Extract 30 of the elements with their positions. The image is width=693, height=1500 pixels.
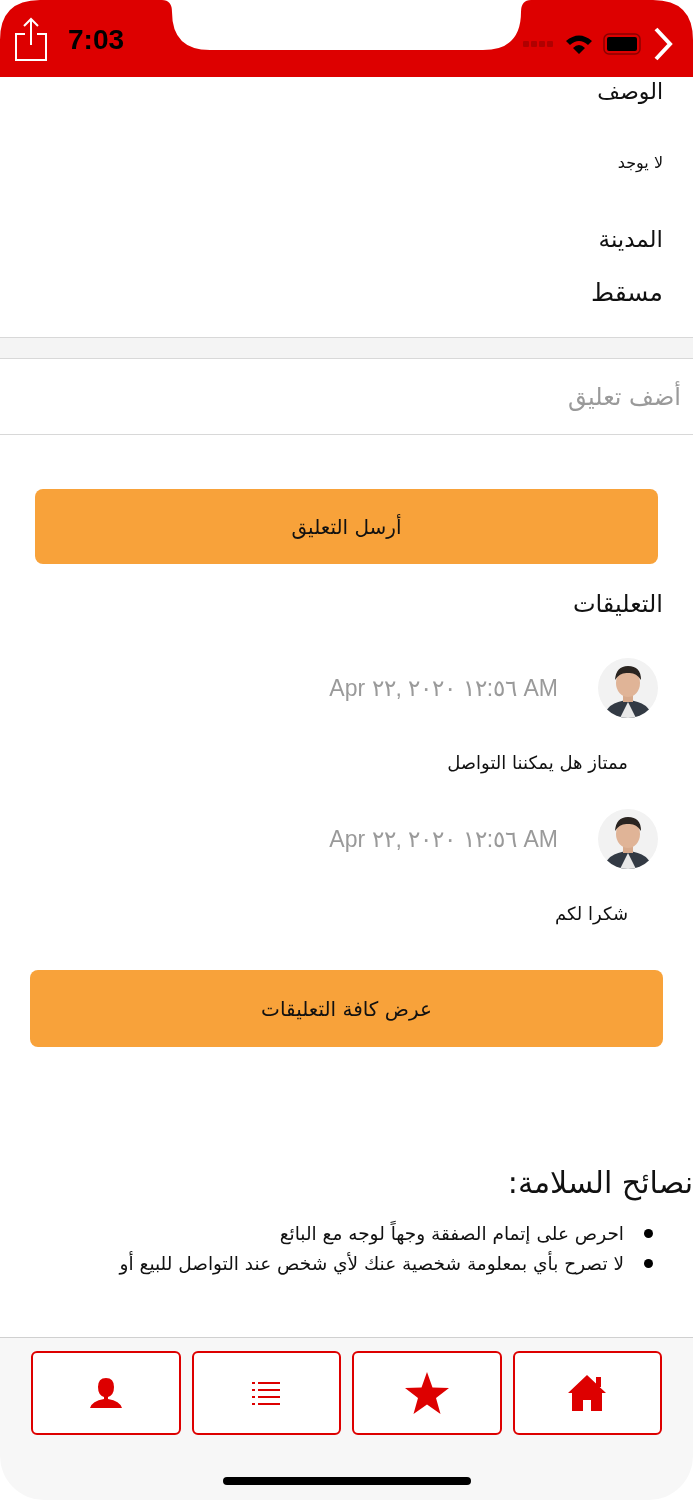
share-icon[interactable] [14, 16, 48, 61]
list-icon [252, 1381, 281, 1405]
star-tab[interactable] [352, 1351, 502, 1435]
safety-heading: نصائح السلامة: [506, 1165, 693, 1200]
person-icon [88, 1376, 123, 1410]
comment-date: Apr ٢٢, ٢٠٢٠ ١٢:٥٦ AM [329, 825, 558, 853]
list-tab[interactable] [191, 1351, 341, 1435]
city-value: مسقط [589, 278, 663, 307]
signal-icon [523, 39, 555, 48]
bullet-icon [644, 1228, 653, 1238]
safety-tip: لا تصرح بأي بمعلومة شخصية عنك لأي شخص عند التواصل للبيع أو [119, 1252, 624, 1274]
city-label: المدينة [597, 226, 663, 252]
bullet-icon [644, 1258, 653, 1268]
comments-heading: التعليقات [571, 590, 664, 618]
battery-icon [603, 32, 643, 55]
comment-text: ممتاز هل يمكننا التواصل [446, 752, 629, 773]
status-time: 7:03 [68, 22, 125, 56]
star-icon [403, 1371, 450, 1415]
home-icon [567, 1374, 608, 1412]
send-comment-button[interactable]: أرسل التعليق [35, 489, 658, 564]
description-value: لا يوجد [616, 153, 663, 172]
comment-date: Apr ٢٢, ٢٠٢٠ ١٢:٥٦ AM [329, 674, 558, 702]
description-label: الوصف [596, 78, 663, 106]
show-all-comments-button[interactable]: عرض كافة التعليقات [30, 970, 663, 1047]
forward-icon[interactable] [653, 26, 673, 61]
safety-tip: احرص على إتمام الصفقة وجهاً لوجه مع البائع [279, 1222, 624, 1244]
person-tab[interactable] [31, 1351, 181, 1435]
home-tab[interactable] [512, 1351, 662, 1435]
comment-text: شكرا لكم [553, 903, 629, 924]
wifi-icon [565, 33, 593, 54]
